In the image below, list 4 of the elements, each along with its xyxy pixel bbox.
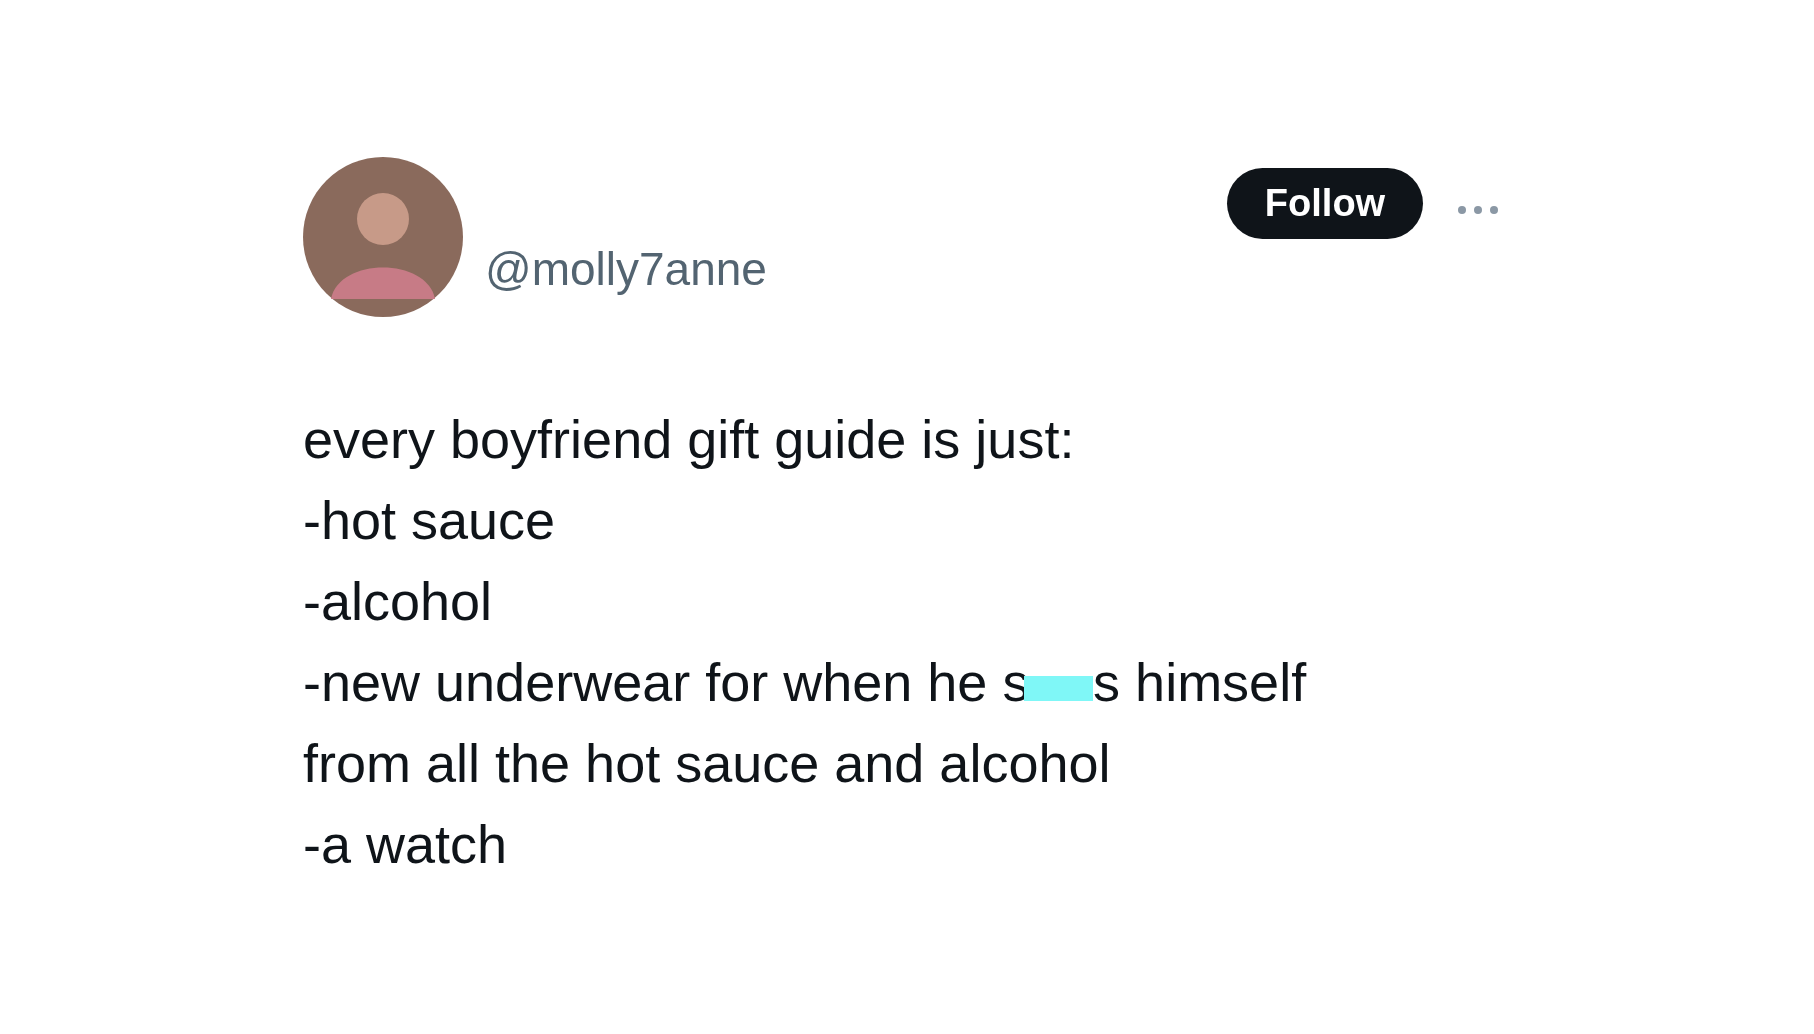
follow-button[interactable]: Follow: [1227, 168, 1423, 239]
user-handle[interactable]: @molly7anne: [485, 242, 1227, 296]
more-icon[interactable]: [1457, 205, 1499, 215]
avatar-icon: [303, 157, 463, 317]
